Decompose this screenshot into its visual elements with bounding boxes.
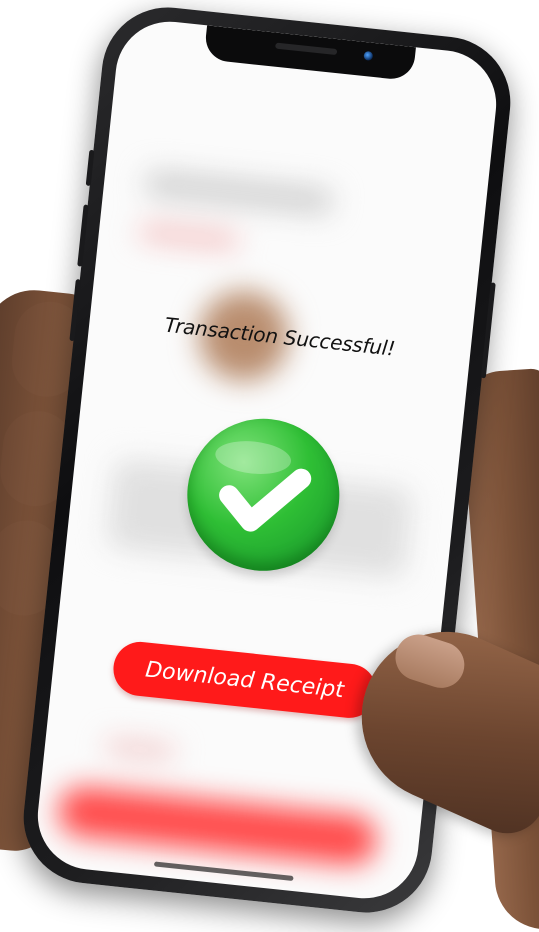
earpiece-speaker	[275, 42, 338, 56]
check-circle-icon	[179, 411, 347, 579]
download-receipt-button[interactable]: Download Receipt	[110, 639, 379, 721]
transaction-status-title: Transaction Successful!	[163, 312, 397, 361]
front-camera	[363, 50, 374, 61]
home-indicator	[153, 861, 294, 882]
checkmark-icon	[215, 441, 312, 532]
